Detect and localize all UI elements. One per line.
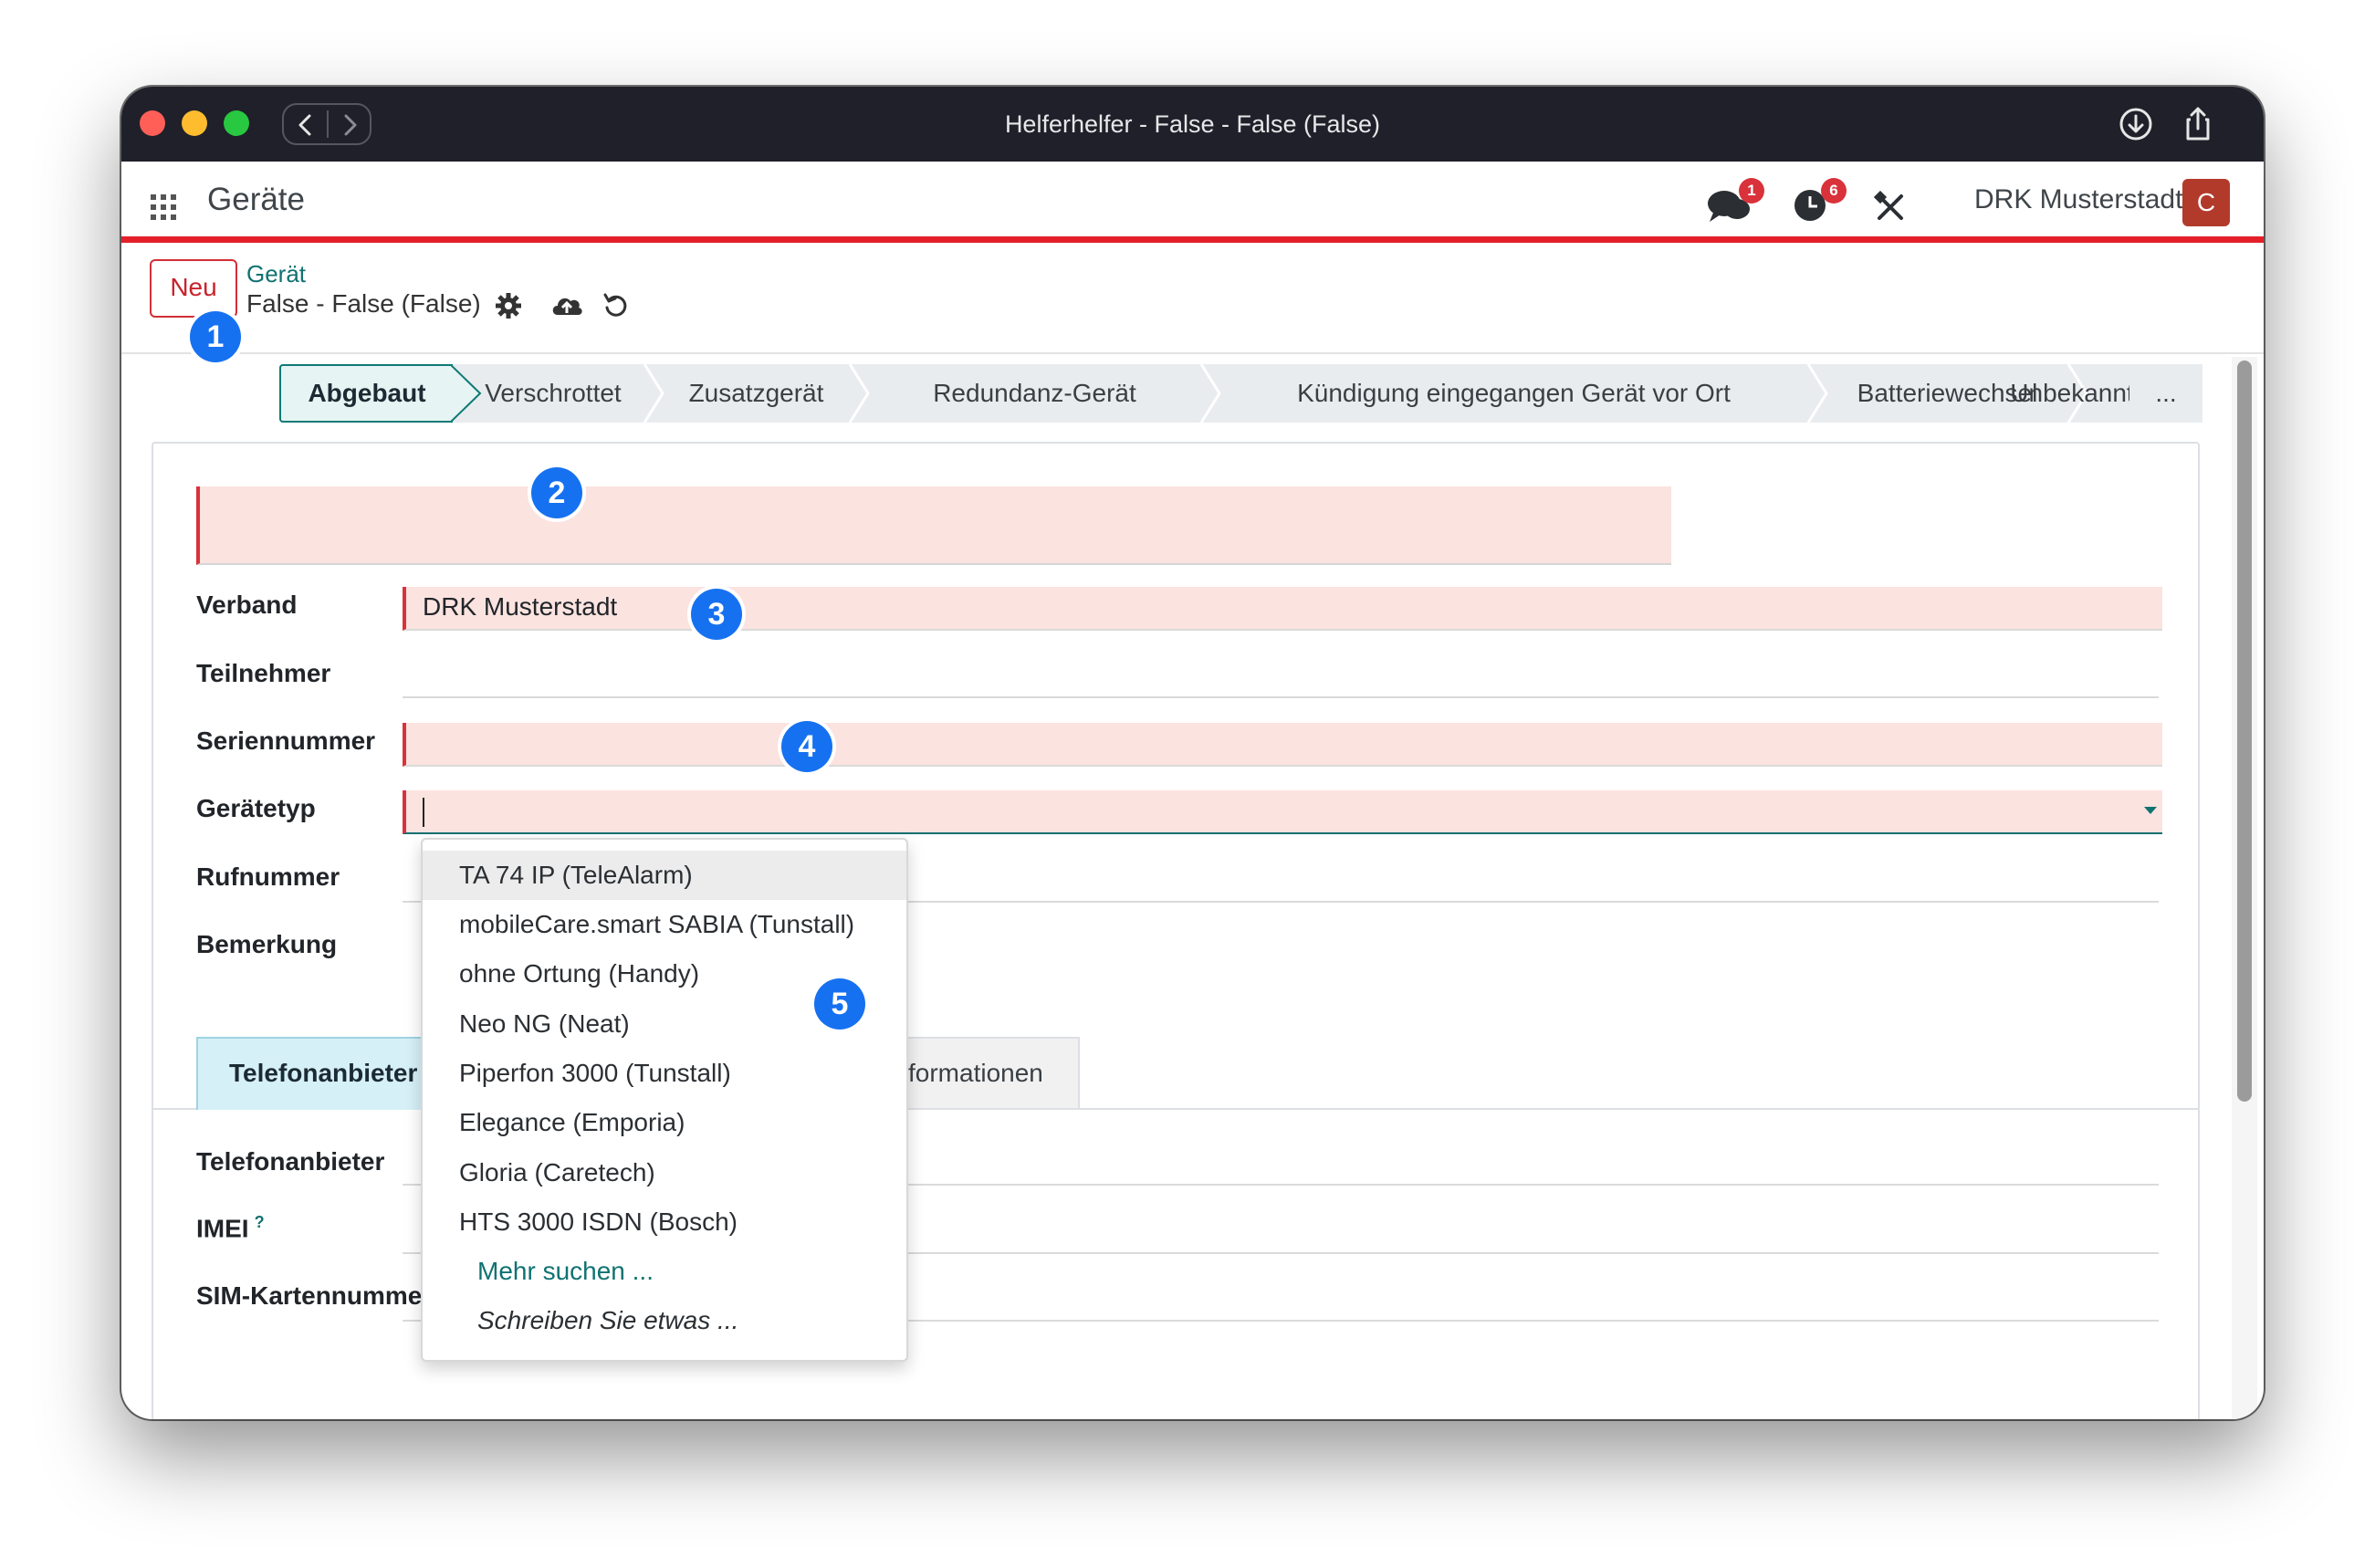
- stage-verschrottet[interactable]: Verschrottet: [462, 364, 644, 423]
- dropdown-option[interactable]: TA 74 IP (TeleAlarm): [423, 851, 906, 900]
- title-bar: Helferhelfer - False - False (False): [121, 87, 2264, 162]
- annotation-badge-4: 4: [781, 721, 832, 772]
- breadcrumb-record: False - False (False): [246, 289, 481, 318]
- geraetetyp-field[interactable]: [403, 790, 2162, 834]
- device-name-input[interactable]: [196, 486, 1671, 565]
- imei-label-text: IMEI: [196, 1214, 249, 1243]
- messages-badge: 1: [1739, 178, 1764, 204]
- gear-icon[interactable]: [494, 291, 523, 320]
- label-bemerkung: Bemerkung: [196, 930, 338, 958]
- stage-kuendigung[interactable]: Kündigung eingegangen Gerät vor Ort: [1219, 364, 1808, 423]
- seriennummer-field[interactable]: [403, 723, 2162, 767]
- breadcrumb-parent[interactable]: Gerät: [246, 260, 306, 288]
- stage-more[interactable]: ...: [2129, 364, 2202, 423]
- teilnehmer-field[interactable]: [403, 654, 2159, 698]
- label-imei: IMEI?: [196, 1213, 265, 1243]
- activities-badge: 6: [1821, 178, 1847, 204]
- geraetetyp-dropdown: TA 74 IP (TeleAlarm) mobileCare.smart SA…: [421, 838, 908, 1362]
- save-cloud-icon[interactable]: [549, 291, 585, 320]
- verband-field[interactable]: DRK Musterstadt: [403, 587, 2162, 631]
- annotation-badge-3: 3: [691, 589, 742, 640]
- help-tooltip-icon[interactable]: ?: [255, 1213, 265, 1231]
- download-icon[interactable]: [2115, 103, 2157, 145]
- active-stage-arrow: [451, 364, 482, 423]
- write-something-hint: Schreiben Sie etwas ...: [477, 1306, 739, 1334]
- dropdown-option[interactable]: mobileCare.smart SABIA (Tunstall): [423, 900, 906, 949]
- status-bar: Verschrottet Zusatzgerät Redundanz-Gerät…: [279, 364, 2199, 423]
- label-seriennummer: Seriennummer: [196, 727, 376, 755]
- annotation-badge-2: 2: [531, 467, 582, 518]
- app-menu-icon[interactable]: [149, 193, 178, 222]
- label-geraetetyp: Gerätetyp: [196, 794, 316, 822]
- tab-informationen-label: formationen: [908, 1059, 1043, 1087]
- verband-value: DRK Musterstadt: [423, 592, 618, 621]
- search-more-link[interactable]: Mehr suchen ...: [423, 1247, 906, 1296]
- annotation-badge-5: 5: [814, 978, 865, 1030]
- stage-abgebaut[interactable]: Abgebaut: [279, 364, 453, 423]
- text-cursor: [423, 798, 424, 827]
- browser-window: Helferhelfer - False - False (False) Ger…: [121, 87, 2264, 1419]
- dropdown-option[interactable]: Gloria (Caretech): [423, 1148, 906, 1197]
- tab-informationen[interactable]: formationen: [906, 1037, 1080, 1108]
- tab-telefonanbieter[interactable]: Telefonanbieter: [196, 1037, 424, 1110]
- label-rufnummer: Rufnummer: [196, 862, 340, 891]
- app-title[interactable]: Geräte: [207, 182, 305, 218]
- new-button[interactable]: Neu: [150, 259, 237, 318]
- caret-down-icon[interactable]: [2144, 807, 2157, 816]
- brand-divider: [121, 236, 2264, 243]
- label-verband: Verband: [196, 591, 298, 619]
- app-navbar: [121, 162, 2264, 238]
- window-title: Helferhelfer - False - False (False): [1004, 110, 1381, 138]
- dropdown-option[interactable]: HTS 3000 ISDN (Bosch): [423, 1197, 906, 1247]
- label-teilnehmer: Teilnehmer: [196, 659, 331, 687]
- tools-icon[interactable]: [1874, 191, 1907, 224]
- stage-redundanz-geraet[interactable]: Redundanz-Gerät: [868, 364, 1201, 423]
- discard-undo-icon[interactable]: [602, 291, 631, 320]
- label-sim: SIM-Kartennumme: [196, 1281, 423, 1310]
- dropdown-option[interactable]: Piperfon 3000 (Tunstall): [423, 1049, 906, 1098]
- share-icon[interactable]: [2177, 103, 2219, 145]
- label-telefonanbieter: Telefonanbieter: [196, 1147, 385, 1176]
- scrollbar-thumb[interactable]: [2237, 361, 2252, 1102]
- stage-zusatzgeraet[interactable]: Zusatzgerät: [663, 364, 850, 423]
- user-avatar[interactable]: C: [2182, 179, 2230, 226]
- dropdown-option[interactable]: Elegance (Emporia): [423, 1098, 906, 1147]
- company-name[interactable]: DRK Musterstadt: [1974, 184, 2182, 215]
- annotation-badge-1: 1: [190, 311, 241, 362]
